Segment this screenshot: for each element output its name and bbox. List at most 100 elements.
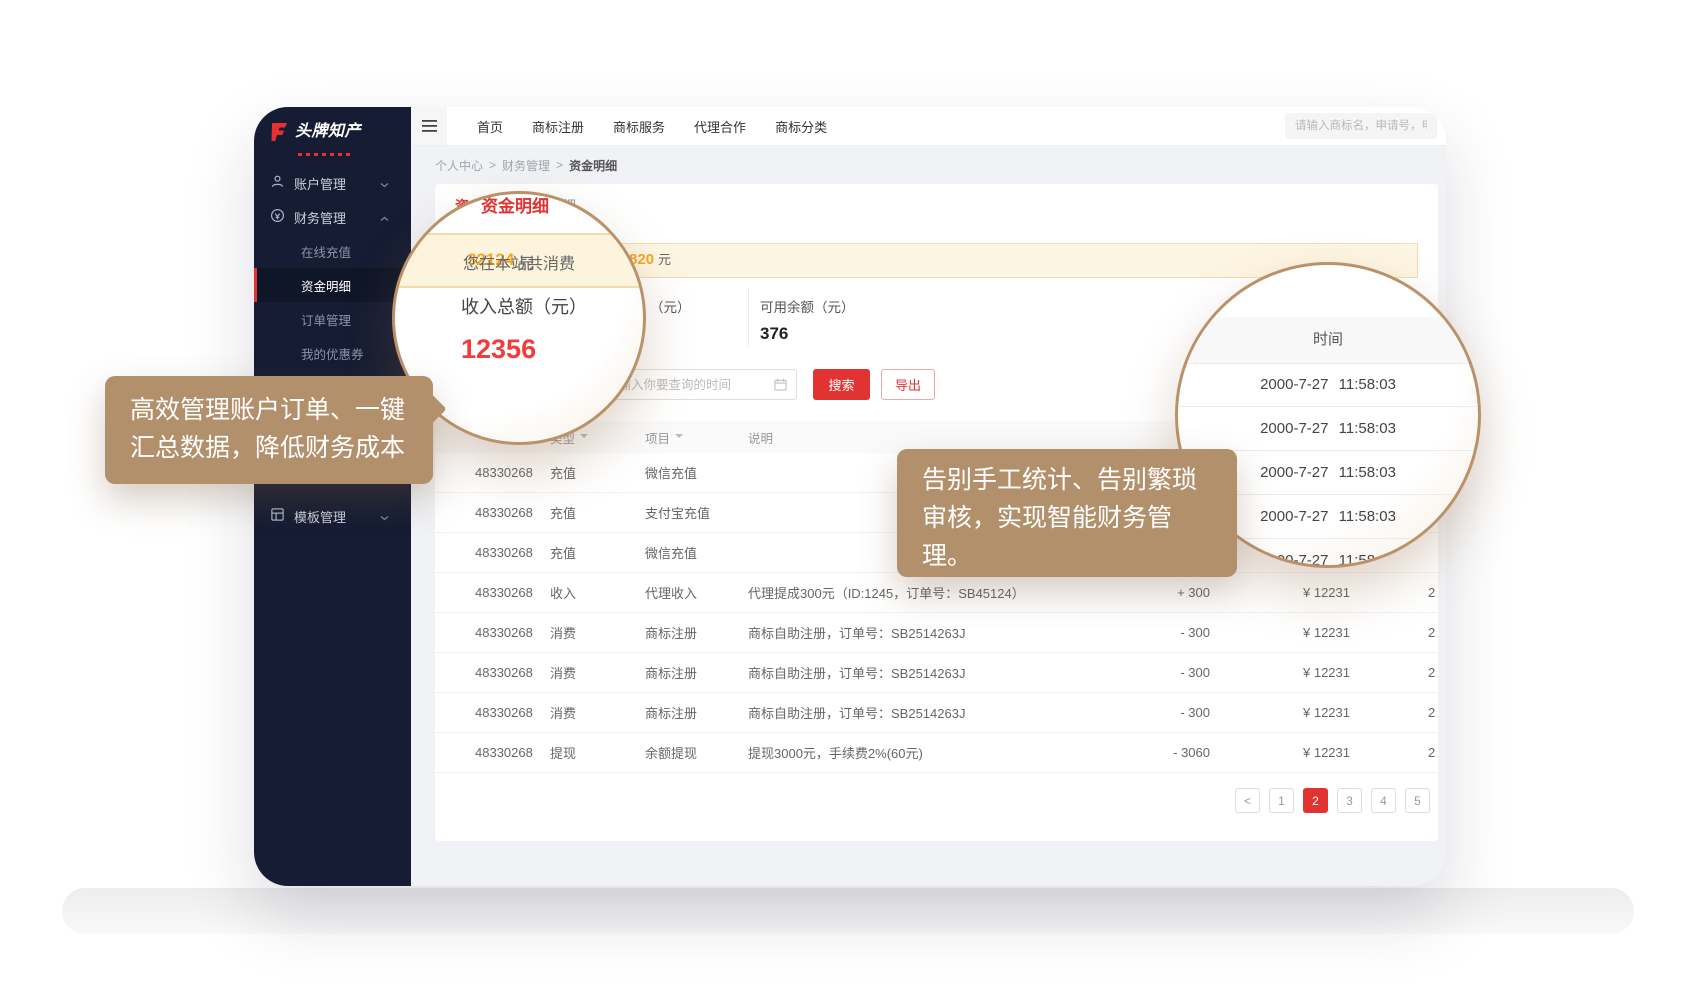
top-menu: 首页 商标注册 商标服务 代理合作 商标分类 xyxy=(477,117,827,136)
magnified-time-cell: 2000-7-27 11:58:03 xyxy=(1178,363,1478,407)
chevron-up-icon xyxy=(380,210,398,225)
sidebar-item-label: 模板管理 xyxy=(294,507,346,526)
stage: 头牌知产 账户管理 财务管理 xyxy=(0,0,1696,1002)
cell-order: 48330268 xyxy=(475,505,550,520)
cell-amount: - 300 xyxy=(1080,705,1210,720)
sidebar-item-label: 账户管理 xyxy=(294,174,346,193)
sort-caret-icon xyxy=(580,434,588,442)
cell-desc: 代理提成300元（ID:1245，订单号：SB45124） xyxy=(748,583,1080,602)
magnified-income-value: 12356 xyxy=(461,334,536,365)
stat-balance-label: 可用余额（元） xyxy=(760,296,855,316)
cell-order: 48330268 xyxy=(475,665,550,680)
pagination-page-1[interactable]: 1 xyxy=(1269,788,1294,813)
sidebar-item-template[interactable]: 模板管理 xyxy=(254,499,411,533)
cell-balance: ¥ 12231 xyxy=(1210,745,1350,760)
menu-item-trademark-category[interactable]: 商标分类 xyxy=(775,117,827,136)
cell-order: 48330268 xyxy=(475,705,550,720)
sidebar-subitem-label: 在线充值 xyxy=(301,242,351,261)
search-button[interactable]: 搜索 xyxy=(813,369,870,400)
export-button[interactable]: 导出 xyxy=(881,369,935,400)
brand-logo-icon xyxy=(269,121,289,148)
stat-expense-label: （元） xyxy=(650,296,691,316)
breadcrumb-finance[interactable]: 财务管理 xyxy=(502,157,550,174)
cell-desc: 商标自助注册，订单号：SB2514263J xyxy=(748,703,1080,722)
magnified-time-header: 时间 xyxy=(1178,317,1478,364)
cell-order: 48330268 xyxy=(475,745,550,760)
pagination-page-2-active[interactable]: 2 xyxy=(1303,788,1328,813)
magnified-banner-suffix: 元 xyxy=(518,250,534,274)
laptop-base xyxy=(62,888,1634,934)
sidebar-item-finance[interactable]: 财务管理 xyxy=(254,200,411,234)
pagination-page-3[interactable]: 3 xyxy=(1337,788,1362,813)
header-item[interactable]: 项目 xyxy=(645,428,748,447)
magnified-banner: 您在本站共消费32124元 xyxy=(392,233,646,288)
menu-item-agent-cooperation[interactable]: 代理合作 xyxy=(694,117,746,136)
cell-order: 48330268 xyxy=(475,545,550,560)
callout-left-line: 汇总数据，降低财务成本 xyxy=(130,429,433,467)
cell-balance: ¥ 12231 xyxy=(1210,585,1350,600)
cell-type: 充值 xyxy=(550,543,645,562)
sidebar-item-my-coupons[interactable]: 我的优惠券 xyxy=(254,336,411,370)
menu-item-trademark-service[interactable]: 商标服务 xyxy=(613,117,665,136)
cell-desc: 商标自助注册，订单号：SB2514263J xyxy=(748,623,1080,642)
menu-item-trademark-register[interactable]: 商标注册 xyxy=(532,117,584,136)
cell-type: 消费 xyxy=(550,703,645,722)
menu-item-home[interactable]: 首页 xyxy=(477,117,503,136)
breadcrumb-personal-center[interactable]: 个人中心 xyxy=(435,157,483,174)
trademark-search-input[interactable] xyxy=(1285,113,1437,139)
magnified-income-label: 收入总额（元） xyxy=(461,293,587,319)
table-row: 48330268 收入 代理收入 代理提成300元（ID:1245，订单号：SB… xyxy=(435,573,1438,613)
brand-tagline-decoration xyxy=(298,153,350,156)
callout-right-line: 理。 xyxy=(922,537,1237,575)
cell-amount: + 300 xyxy=(1080,585,1210,600)
table-row: 48330268 提现 余额提现 提现3000元，手续费2%(60元) - 30… xyxy=(435,733,1438,773)
cell-desc: 提现3000元，手续费2%(60元) xyxy=(748,743,1080,762)
cell-item: 余额提现 xyxy=(645,743,748,762)
callout-right: 告别手工统计、告别繁琐 审核，实现智能财务管 理。 xyxy=(897,449,1237,577)
cell-time: 2 xyxy=(1350,625,1438,640)
cell-item: 商标注册 xyxy=(645,703,748,722)
sidebar-item-fund-detail[interactable]: 资金明细 xyxy=(254,268,411,302)
cell-time: 2 xyxy=(1350,665,1438,680)
cell-type: 消费 xyxy=(550,623,645,642)
pagination-prev-button[interactable]: < xyxy=(1235,788,1260,813)
stat-balance: 可用余额（元） 376 xyxy=(760,296,855,344)
cell-time: 2 xyxy=(1350,745,1438,760)
cell-order: 48330268 xyxy=(475,585,550,600)
hamburger-menu-button[interactable] xyxy=(411,107,447,145)
cell-amount: - 3060 xyxy=(1080,745,1210,760)
sidebar: 头牌知产 账户管理 财务管理 xyxy=(254,107,411,886)
cell-order: 48330268 xyxy=(475,625,550,640)
cell-amount: - 300 xyxy=(1080,665,1210,680)
top-navbar: 首页 商标注册 商标服务 代理合作 商标分类 xyxy=(411,107,1446,146)
sidebar-item-account[interactable]: 账户管理 xyxy=(254,166,411,200)
sidebar-subitem-label: 订单管理 xyxy=(301,310,351,329)
callout-left-line: 高效管理账户订单、一键 xyxy=(130,391,433,429)
cell-type: 消费 xyxy=(550,663,645,682)
calendar-icon[interactable] xyxy=(774,378,787,396)
cell-type: 收入 xyxy=(550,583,645,602)
stat-divider xyxy=(748,288,749,346)
cell-type: 提现 xyxy=(550,743,645,762)
cell-type: 充值 xyxy=(550,463,645,482)
user-icon xyxy=(270,174,294,192)
cell-item: 代理收入 xyxy=(645,583,748,602)
table-row: 48330268 消费 商标注册 商标自助注册，订单号：SB2514263J -… xyxy=(435,613,1438,653)
breadcrumb: 个人中心 > 财务管理 > 资金明细 xyxy=(411,146,1446,184)
coin-icon xyxy=(270,208,294,226)
table-row: 48330268 消费 商标注册 商标自助注册，订单号：SB2514263J -… xyxy=(435,693,1438,733)
cell-balance: ¥ 12231 xyxy=(1210,665,1350,680)
pagination-page-4[interactable]: 4 xyxy=(1371,788,1396,813)
cell-order: 48330268 xyxy=(475,465,550,480)
pagination: < 1 2 3 4 5 xyxy=(1235,788,1430,813)
breadcrumb-separator: > xyxy=(556,158,563,172)
cell-item: 商标注册 xyxy=(645,623,748,642)
pagination-page-5[interactable]: 5 xyxy=(1405,788,1430,813)
sidebar-item-online-recharge[interactable]: 在线充值 xyxy=(254,234,411,268)
sort-caret-icon xyxy=(675,434,683,442)
cell-item: 商标注册 xyxy=(645,663,748,682)
sidebar-item-order-management[interactable]: 订单管理 xyxy=(254,302,411,336)
brand-logo: 头牌知产 xyxy=(254,107,411,159)
cell-item: 微信充值 xyxy=(645,463,748,482)
cell-time: 2 xyxy=(1350,705,1438,720)
